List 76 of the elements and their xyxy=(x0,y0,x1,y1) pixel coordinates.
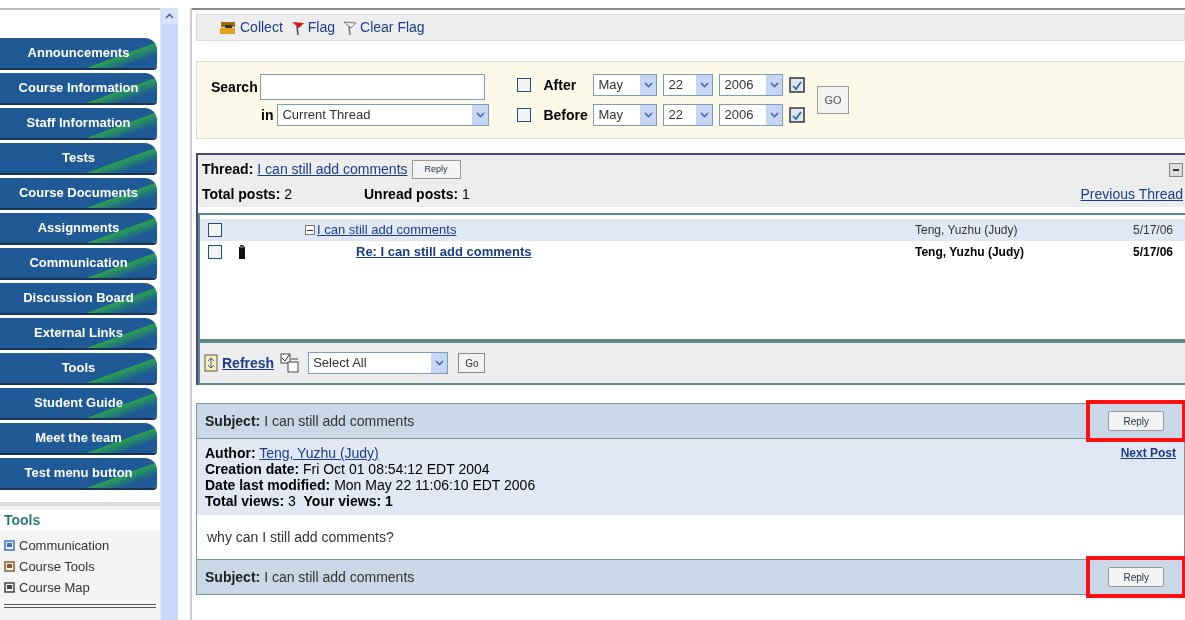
nav-button[interactable]: Test menu button xyxy=(0,458,157,488)
subject-text: Subject: I can still add comments xyxy=(205,567,416,587)
collapse-icon[interactable] xyxy=(305,225,315,235)
unread-icon xyxy=(239,245,245,259)
author-line: Author: Teng, Yuzhu (Judy) xyxy=(205,445,380,461)
tools-heading: Tools xyxy=(0,510,160,531)
nav-button[interactable]: Course Documents xyxy=(0,178,157,208)
nav-button[interactable]: Discussion Board xyxy=(0,283,157,313)
tool-link[interactable]: Course Tools xyxy=(0,556,160,577)
thread-title-link[interactable]: I can still add comments xyxy=(257,159,408,180)
in-label: in xyxy=(261,105,274,125)
nav-button[interactable]: Communication xyxy=(0,248,157,278)
date-filter-label: After xyxy=(543,75,578,95)
go-button[interactable]: GO xyxy=(817,86,849,114)
thread-label: Thread: xyxy=(202,160,254,179)
date-filter-label: Before xyxy=(543,105,588,125)
search-field[interactable] xyxy=(259,74,485,100)
calendar-icon[interactable] xyxy=(789,107,806,123)
nav-button[interactable]: Meet the team xyxy=(0,423,157,453)
thread-row[interactable]: I can still add comments Teng, Yuzhu (Judy) 5/17/06 xyxy=(200,219,1185,241)
tool-link[interactable]: Communication xyxy=(0,535,160,556)
author-text: Teng, Yuzhu (Judy) xyxy=(915,244,1025,261)
author-link[interactable]: Teng, Yuzhu (Judy) xyxy=(259,445,379,461)
thread-link[interactable]: Re: I can still add comments xyxy=(356,242,532,262)
reply-button[interactable]: Reply xyxy=(1108,411,1164,431)
nav-button[interactable]: Announcements xyxy=(0,38,157,68)
toolbar-link[interactable]: Collect xyxy=(219,17,283,38)
checkbox[interactable] xyxy=(517,108,532,122)
screen-icon xyxy=(4,540,15,551)
author-text: Teng, Yuzhu (Judy) xyxy=(915,222,1019,239)
box-icon xyxy=(219,19,237,36)
scope-dropdown[interactable]: Current Thread xyxy=(277,104,490,126)
date-text: 5/17/06 xyxy=(1131,222,1174,239)
tool-link[interactable]: Course Map xyxy=(0,577,160,598)
reply-button[interactable]: Reply xyxy=(411,160,461,179)
go-button[interactable]: Go xyxy=(458,353,486,373)
nav-button[interactable]: Staff Information xyxy=(0,108,157,138)
year-dropdown[interactable]: 2006 xyxy=(719,74,784,96)
refresh-icon xyxy=(204,354,218,372)
nav-button[interactable]: Student Guide xyxy=(0,388,157,418)
subject-text: Subject: I can still add comments xyxy=(205,411,416,431)
refresh-link[interactable]: Refresh xyxy=(204,352,275,374)
reply-button[interactable]: Reply xyxy=(1108,567,1164,587)
action-dropdown[interactable]: Select All xyxy=(308,352,449,374)
flag-icon xyxy=(290,19,305,36)
date-text: 5/17/06 xyxy=(1131,244,1174,261)
nav-button[interactable]: Tests xyxy=(0,143,157,173)
total-posts-text: Total posts: 2 xyxy=(202,185,293,204)
nav-button[interactable]: Course Information xyxy=(0,73,157,103)
flag-outline-icon xyxy=(343,19,358,36)
month-dropdown[interactable]: May xyxy=(593,74,658,96)
day-dropdown[interactable]: 22 xyxy=(663,74,714,96)
unread-posts-text: Unread posts: 1 xyxy=(364,185,470,204)
thread-link[interactable]: I can still add comments xyxy=(317,220,457,240)
toolbar-link[interactable]: Clear Flag xyxy=(343,17,425,38)
checkbox[interactable] xyxy=(208,245,222,259)
previous-thread-link[interactable]: Previous Thread xyxy=(1080,184,1183,205)
post-body: why can I still add comments? xyxy=(207,527,394,547)
scroll-up-icon[interactable] xyxy=(161,8,178,24)
toolbar-link[interactable]: Flag xyxy=(290,17,336,38)
modified-date-text: Date last modified: Mon May 22 11:06:10 EDT 2006 xyxy=(205,477,537,493)
checkbox[interactable] xyxy=(517,78,532,92)
views-text: Total views: 3 Your views: 1 xyxy=(205,493,394,509)
calendar-icon[interactable] xyxy=(789,77,806,93)
nav-button[interactable]: External Links xyxy=(0,318,157,348)
year-dropdown[interactable]: 2006 xyxy=(719,104,784,126)
day-dropdown[interactable]: 22 xyxy=(663,104,714,126)
month-dropdown[interactable]: May xyxy=(593,104,658,126)
next-post-link[interactable]: Next Post xyxy=(1120,445,1176,461)
nav-button[interactable]: Tools xyxy=(0,353,157,383)
creation-date-text: Creation date: Fri Oct 01 08:54:12 EDT 2004 xyxy=(205,461,491,477)
collapse-icon[interactable] xyxy=(1169,162,1183,177)
checkbox[interactable] xyxy=(208,223,222,237)
search-label: Search xyxy=(211,77,258,97)
scrollbar[interactable] xyxy=(160,8,178,620)
nav-button[interactable]: Assignments xyxy=(0,213,157,243)
